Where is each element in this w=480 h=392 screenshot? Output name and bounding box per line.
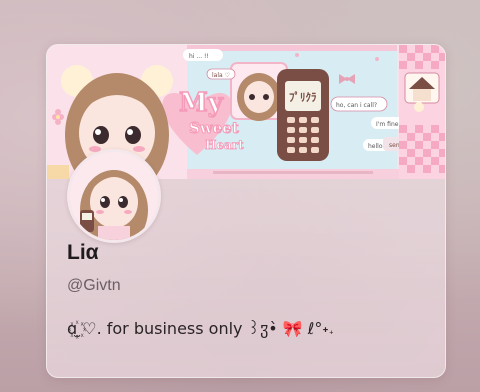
banner-title-3: Heart: [205, 138, 244, 152]
profile-card: My Sweet Heart lala ♡ ﾌﾟﾘｸﾗ hi ... !! ho…: [46, 44, 446, 378]
banner-title-1: My: [179, 88, 224, 118]
bubble-lala: lala ♡: [212, 72, 230, 79]
banner-phone: ﾌﾟﾘｸﾗ: [277, 69, 329, 161]
banner-checker: [399, 45, 445, 179]
display-name: Liα: [67, 241, 99, 264]
bubble-hello: hello!: [368, 143, 385, 150]
avatar[interactable]: [67, 149, 161, 243]
bubble-call: ho, can i call?: [336, 102, 377, 109]
banner-title-2: Sweet: [189, 119, 239, 137]
user-handle[interactable]: @Givtn: [67, 277, 121, 295]
profile-bio: ɑ꙰̫ ♡. for business only ꒱ჳ•̀ 🎀 ℓ°˖𝅄: [67, 319, 334, 338]
phone-screen-text: ﾌﾟﾘｸﾗ: [289, 90, 317, 104]
avatar-image: [70, 152, 158, 240]
bubble-hi: hi ... !!: [189, 53, 209, 60]
